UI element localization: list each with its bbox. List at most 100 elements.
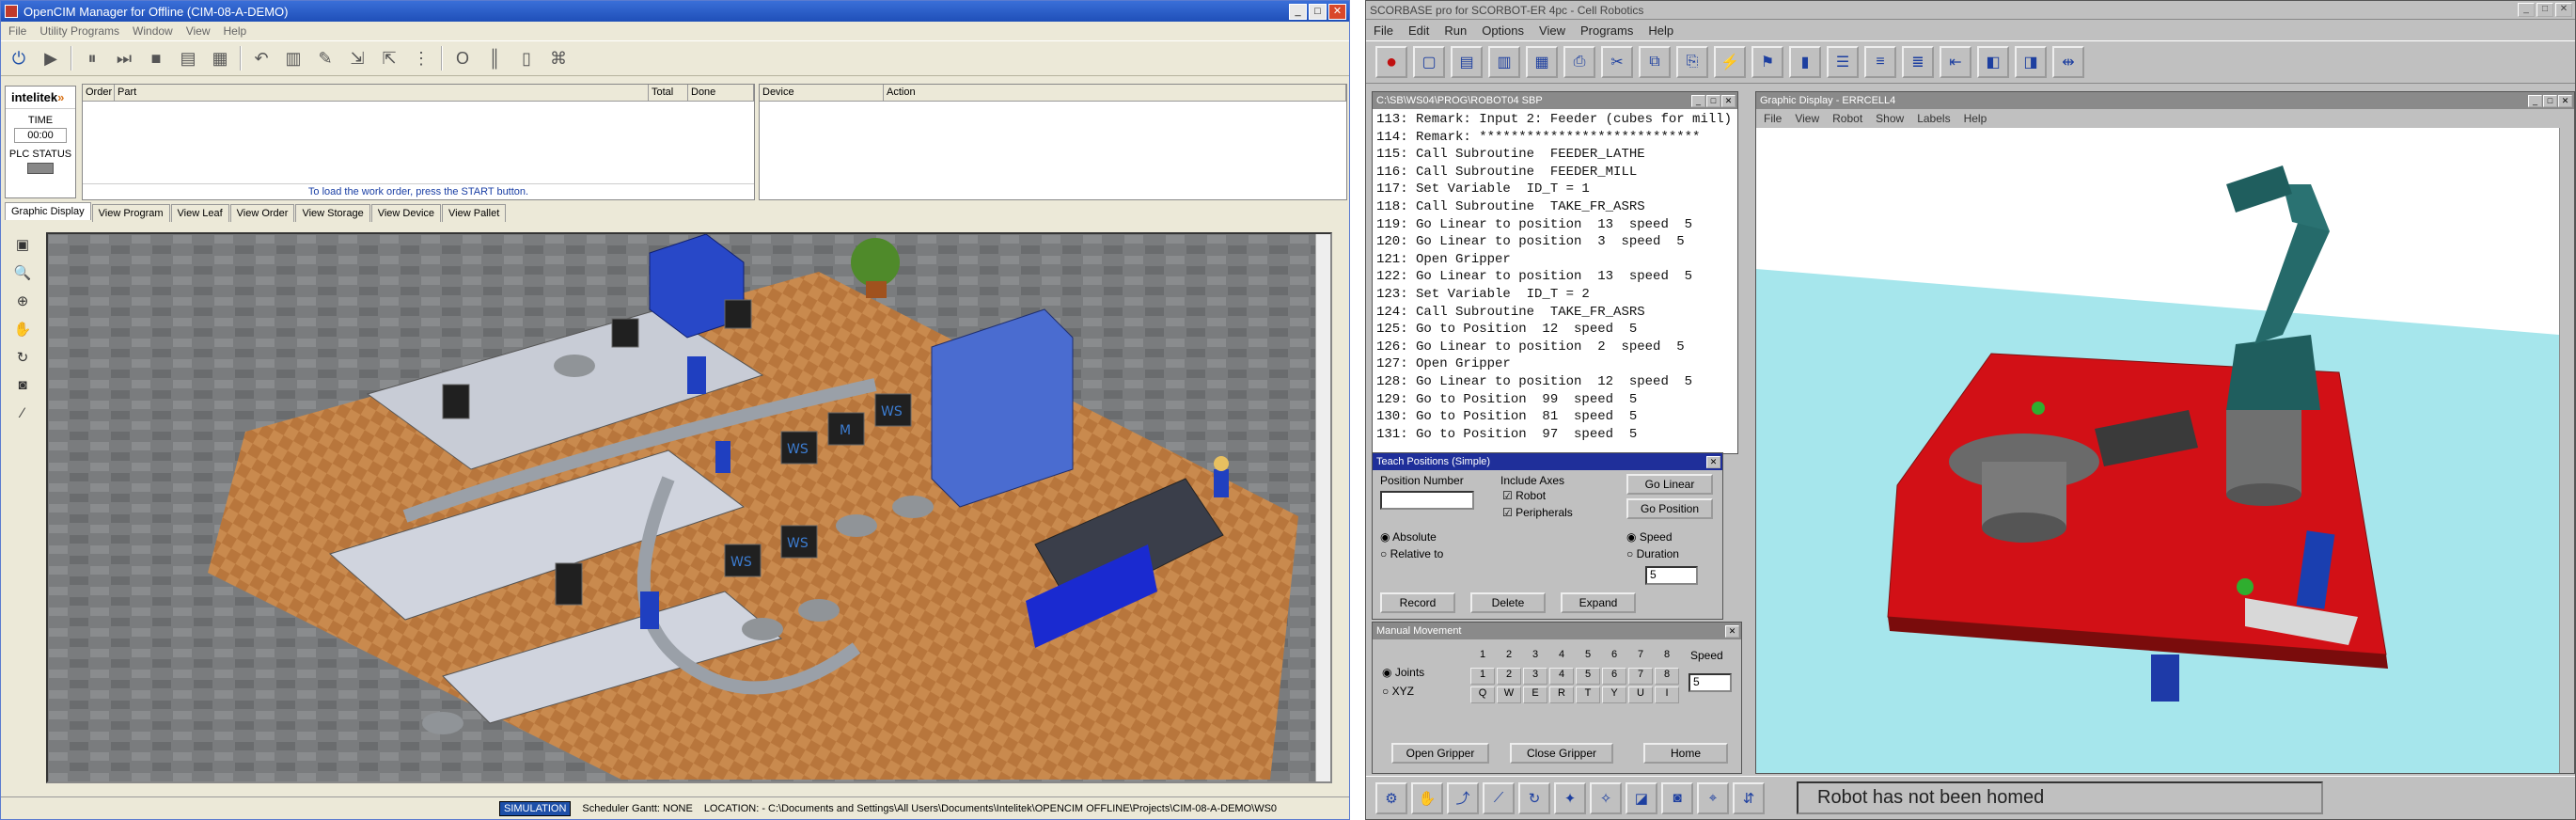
minimize-button[interactable]: _ xyxy=(2518,3,2535,17)
run-program-icon[interactable]: ⚡ xyxy=(1714,46,1746,78)
expand-button[interactable]: Expand xyxy=(1561,592,1636,613)
network-icon[interactable]: ⌘ xyxy=(546,46,571,71)
joints-radio[interactable]: ◉ Joints xyxy=(1382,666,1424,679)
duration-radio[interactable]: ○ Duration xyxy=(1626,547,1679,560)
jog-plus-key[interactable]: 2 xyxy=(1497,668,1521,685)
device-grid[interactable]: Device Action xyxy=(759,84,1347,200)
go-linear-button[interactable]: Go Linear xyxy=(1626,474,1713,495)
program-line[interactable]: 117: Set Variable ID_T = 1 xyxy=(1376,181,1734,198)
camera-icon[interactable]: ◙ xyxy=(1661,781,1693,814)
program-line[interactable]: 121: Open Gripper xyxy=(1376,251,1734,269)
camera-icon[interactable]: ◙ xyxy=(10,377,35,398)
zoom-in-icon[interactable]: ⊕ xyxy=(10,292,35,313)
graphic-menu-show[interactable]: Show xyxy=(1876,112,1904,125)
jog-plus-key[interactable]: 7 xyxy=(1628,668,1653,685)
program-line[interactable]: 127: Open Gripper xyxy=(1376,355,1734,373)
list-view-icon[interactable]: ☰ xyxy=(1827,46,1859,78)
copy-icon[interactable]: ⧉ xyxy=(1639,46,1671,78)
menu-view[interactable]: View xyxy=(186,24,211,38)
graphic-scrollbar[interactable] xyxy=(2559,128,2574,773)
output-on-icon[interactable]: ◧ xyxy=(1977,46,2009,78)
jog-minus-key[interactable]: W xyxy=(1497,686,1521,703)
save-as-icon[interactable]: ▦ xyxy=(1526,46,1558,78)
pause-icon[interactable]: ⏸ xyxy=(80,46,104,71)
col-total[interactable]: Total xyxy=(649,85,688,101)
peripherals-checkbox[interactable]: ☑ Peripherals xyxy=(1502,506,1573,519)
stop-icon[interactable]: ■ xyxy=(144,46,168,71)
jog-minus-key[interactable]: R xyxy=(1549,686,1574,703)
linear-icon[interactable]: ⟋ xyxy=(1483,781,1515,814)
output-off-icon[interactable]: ◨ xyxy=(2015,46,2047,78)
robot-checkbox[interactable]: ☑ Robot xyxy=(1502,489,1546,502)
col-action[interactable]: Action xyxy=(884,85,1346,101)
program-line[interactable]: 114: Remark: ***************************… xyxy=(1376,129,1734,147)
menu-file[interactable]: File xyxy=(8,24,26,38)
minimize-button[interactable]: _ xyxy=(1289,3,1307,20)
col-done[interactable]: Done xyxy=(688,85,754,101)
program-line[interactable]: 131: Go to Position 97 speed 5 xyxy=(1376,426,1734,444)
tab-view-leaf[interactable]: View Leaf xyxy=(170,204,229,222)
step-program-icon[interactable]: ⚑ xyxy=(1751,46,1783,78)
tile-icon[interactable]: ≡ xyxy=(1864,46,1896,78)
jog-plus-key[interactable]: 1 xyxy=(1470,668,1495,685)
undo-icon[interactable]: ↶ xyxy=(249,46,274,71)
jog-minus-key[interactable]: I xyxy=(1655,686,1679,703)
tool-icon[interactable]: ◪ xyxy=(1626,781,1657,814)
graphic-menu-labels[interactable]: Labels xyxy=(1917,112,1950,125)
program-line[interactable]: 129: Go to Position 99 speed 5 xyxy=(1376,391,1734,409)
record-button[interactable]: Record xyxy=(1380,592,1455,613)
jog-minus-key[interactable]: E xyxy=(1523,686,1547,703)
tab-view-pallet[interactable]: View Pallet xyxy=(442,204,507,222)
delete-button[interactable]: Delete xyxy=(1470,592,1546,613)
cut-icon[interactable]: ✂ xyxy=(1601,46,1633,78)
program-line[interactable]: 124: Call Subroutine TAKE_FR_ASRS xyxy=(1376,304,1734,322)
split-icon[interactable]: ⇹ xyxy=(2052,46,2084,78)
tree-icon[interactable]: ⋮ xyxy=(409,46,433,71)
menu-programs[interactable]: Programs xyxy=(1580,24,1633,38)
tab-view-order[interactable]: View Order xyxy=(229,204,295,222)
menu-view[interactable]: View xyxy=(1539,24,1565,38)
manual-speed-select[interactable]: 5 xyxy=(1689,673,1732,692)
power-icon[interactable]: ⏻ xyxy=(7,46,31,71)
joint2-icon[interactable]: ✧ xyxy=(1590,781,1622,814)
close-button[interactable]: ✕ xyxy=(1721,94,1736,107)
close-button[interactable]: ✕ xyxy=(2558,94,2572,107)
program-line[interactable]: 115: Call Subroutine FEEDER_LATHE xyxy=(1376,146,1734,164)
program-line[interactable]: 116: Call Subroutine FEEDER_MILL xyxy=(1376,164,1734,181)
order-grid[interactable]: Order Part Total Done To load the work o… xyxy=(82,84,755,200)
robot-icon[interactable]: ⚙ xyxy=(1375,781,1407,814)
program-line[interactable]: 113: Remark: Input 2: Feeder (cubes for … xyxy=(1376,111,1734,129)
col-part[interactable]: Part xyxy=(115,85,649,101)
viewport-scrollbar[interactable] xyxy=(1315,234,1330,781)
step-icon[interactable]: ⏭ xyxy=(112,46,136,71)
program-line[interactable]: 122: Go Linear to position 13 speed 5 xyxy=(1376,268,1734,286)
home-button[interactable]: Home xyxy=(1643,743,1728,764)
jog-plus-key[interactable]: 4 xyxy=(1549,668,1574,685)
menu-help[interactable]: Help xyxy=(224,24,247,38)
close-button[interactable]: ✕ xyxy=(1328,3,1346,20)
jog-minus-key[interactable]: U xyxy=(1628,686,1653,703)
edit-icon[interactable]: ✎ xyxy=(313,46,338,71)
jog-minus-key[interactable]: T xyxy=(1576,686,1600,703)
save-icon[interactable]: ▥ xyxy=(1488,46,1520,78)
pan-icon[interactable]: ✋ xyxy=(10,321,35,341)
menu-run[interactable]: Run xyxy=(1444,24,1467,38)
program-line[interactable]: 123: Set Variable ID_T = 2 xyxy=(1376,286,1734,304)
play-icon[interactable]: ▶ xyxy=(39,46,63,71)
graphic-menu-help[interactable]: Help xyxy=(1964,112,1987,125)
open-icon[interactable]: ▤ xyxy=(1451,46,1483,78)
jog-plus-key[interactable]: 5 xyxy=(1576,668,1600,685)
tab-view-program[interactable]: View Program xyxy=(91,204,170,222)
jog-plus-key[interactable]: 8 xyxy=(1655,668,1679,685)
program-list[interactable]: 113: Remark: Input 2: Feeder (cubes for … xyxy=(1373,109,1737,453)
program-view-icon[interactable]: ▮ xyxy=(1789,46,1821,78)
program-line[interactable]: 128: Go Linear to position 12 speed 5 xyxy=(1376,373,1734,391)
speed-select[interactable]: 5 xyxy=(1645,566,1698,585)
tab-view-storage[interactable]: View Storage xyxy=(295,204,370,222)
program-line[interactable]: 119: Go Linear to position 13 speed 5 xyxy=(1376,216,1734,234)
program-line[interactable]: 130: Go to Position 81 speed 5 xyxy=(1376,408,1734,426)
graphic-menu-view[interactable]: View xyxy=(1795,112,1819,125)
columns-icon[interactable]: ║ xyxy=(482,46,507,71)
arm-icon[interactable]: ⤴ xyxy=(1447,781,1479,814)
speed-radio[interactable]: ◉ Speed xyxy=(1626,530,1673,544)
